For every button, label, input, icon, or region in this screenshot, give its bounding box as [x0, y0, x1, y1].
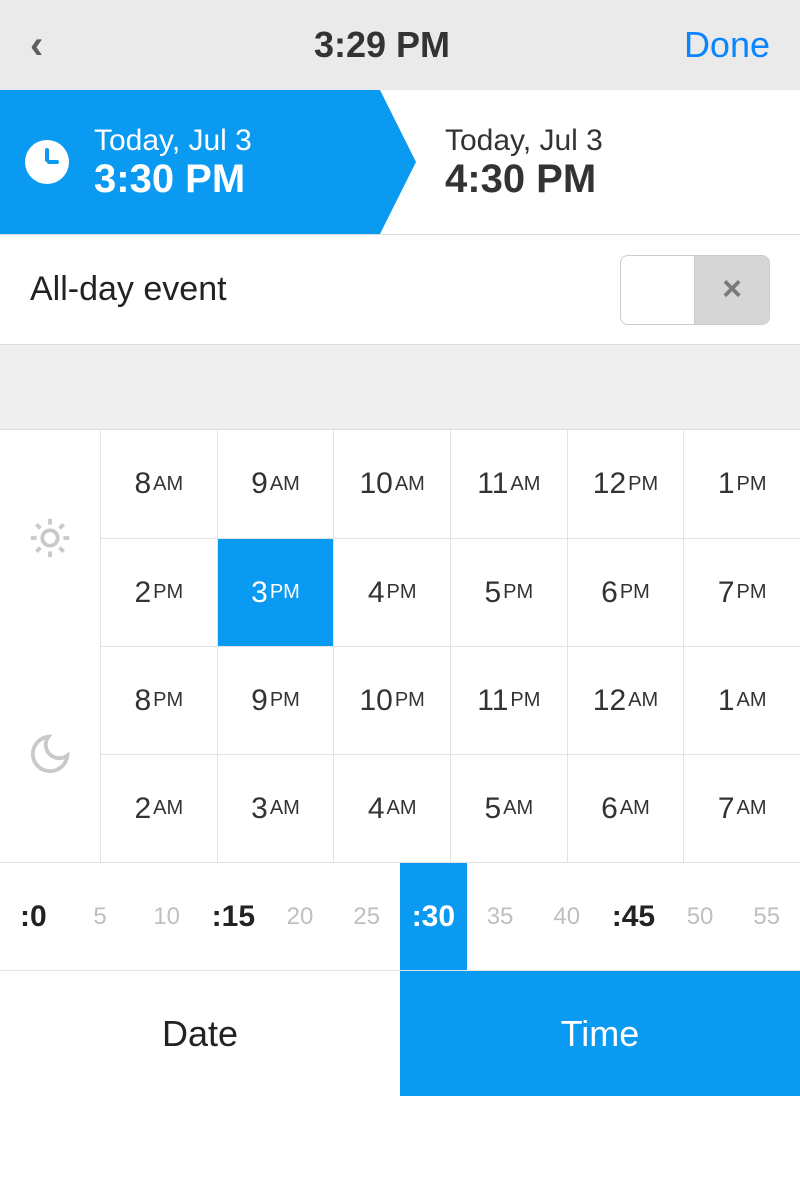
range-end[interactable]: Today, Jul 3 4:30 PM: [380, 90, 800, 234]
minute-cell[interactable]: :30: [400, 863, 467, 970]
minute-cell[interactable]: :0: [0, 863, 67, 970]
hour-cell[interactable]: 8AM: [100, 430, 217, 538]
hour-period-icons: [0, 430, 100, 862]
range-start-time: 3:30 PM: [94, 157, 252, 201]
all-day-toggle[interactable]: ×: [620, 255, 770, 325]
hour-cell[interactable]: 6PM: [567, 538, 684, 646]
hour-cell[interactable]: 12PM: [567, 430, 684, 538]
hour-cell[interactable]: 3PM: [217, 538, 334, 646]
all-day-label: All-day event: [30, 270, 227, 309]
hour-cell[interactable]: 10PM: [333, 646, 450, 754]
hours-grid: 8AM9AM10AM11AM12PM1PM 2PM3PM4PM5PM6PM7PM 8…: [100, 430, 800, 862]
hour-cell[interactable]: 7PM: [683, 538, 800, 646]
minute-cell[interactable]: 40: [533, 863, 600, 970]
hour-cell[interactable]: 3AM: [217, 754, 334, 862]
range-start-text: Today, Jul 3 3:30 PM: [94, 124, 252, 201]
hour-cell[interactable]: 5PM: [450, 538, 567, 646]
done-button[interactable]: Done: [684, 24, 770, 66]
header: ‹ 3:29 PM Done: [0, 0, 800, 90]
hour-cell[interactable]: 1AM: [683, 646, 800, 754]
minute-picker: :0510:152025:303540:455055: [0, 863, 800, 971]
minute-cell[interactable]: 55: [733, 863, 800, 970]
range-start-date: Today, Jul 3: [94, 124, 252, 157]
range-end-time: 4:30 PM: [445, 157, 603, 201]
back-button[interactable]: ‹: [30, 23, 80, 68]
range-end-date: Today, Jul 3: [445, 124, 603, 157]
hour-cell[interactable]: 10AM: [333, 430, 450, 538]
spacer: [0, 345, 800, 430]
hour-cell[interactable]: 2AM: [100, 754, 217, 862]
sun-icon: [0, 430, 100, 646]
tab-date[interactable]: Date: [0, 971, 400, 1096]
toggle-knob: [621, 256, 695, 324]
hour-cell[interactable]: 7AM: [683, 754, 800, 862]
hour-cell[interactable]: 9PM: [217, 646, 334, 754]
hour-cell[interactable]: 5AM: [450, 754, 567, 862]
hour-cell[interactable]: 8PM: [100, 646, 217, 754]
range-end-text: Today, Jul 3 4:30 PM: [445, 124, 603, 201]
hour-picker: 8AM9AM10AM11AM12PM1PM 2PM3PM4PM5PM6PM7PM 8…: [0, 430, 800, 863]
hour-cell[interactable]: 4AM: [333, 754, 450, 862]
moon-icon: [0, 646, 100, 862]
close-icon: ×: [695, 256, 769, 324]
range-start[interactable]: Today, Jul 3 3:30 PM: [0, 90, 380, 234]
hour-cell[interactable]: 6AM: [567, 754, 684, 862]
hour-cell[interactable]: 1PM: [683, 430, 800, 538]
hour-cell[interactable]: 9AM: [217, 430, 334, 538]
hour-cell[interactable]: 4PM: [333, 538, 450, 646]
minute-cell[interactable]: 10: [133, 863, 200, 970]
minute-cell[interactable]: 35: [467, 863, 534, 970]
picker-tabs: Date Time: [0, 971, 800, 1096]
tab-time[interactable]: Time: [400, 971, 800, 1096]
minute-cell[interactable]: 25: [333, 863, 400, 970]
minute-cell[interactable]: 5: [67, 863, 134, 970]
hour-cell[interactable]: 11AM: [450, 430, 567, 538]
hour-cell[interactable]: 2PM: [100, 538, 217, 646]
minute-cell[interactable]: :15: [200, 863, 267, 970]
hour-cell[interactable]: 12AM: [567, 646, 684, 754]
header-title: 3:29 PM: [314, 24, 450, 66]
all-day-row: All-day event ×: [0, 235, 800, 345]
minute-cell[interactable]: 50: [667, 863, 734, 970]
clock-icon: [25, 140, 69, 184]
chevron-left-icon: ‹: [30, 23, 43, 68]
hour-cell[interactable]: 11PM: [450, 646, 567, 754]
time-range: Today, Jul 3 3:30 PM Today, Jul 3 4:30 P…: [0, 90, 800, 235]
minute-cell[interactable]: :45: [600, 863, 667, 970]
minute-cell[interactable]: 20: [267, 863, 334, 970]
